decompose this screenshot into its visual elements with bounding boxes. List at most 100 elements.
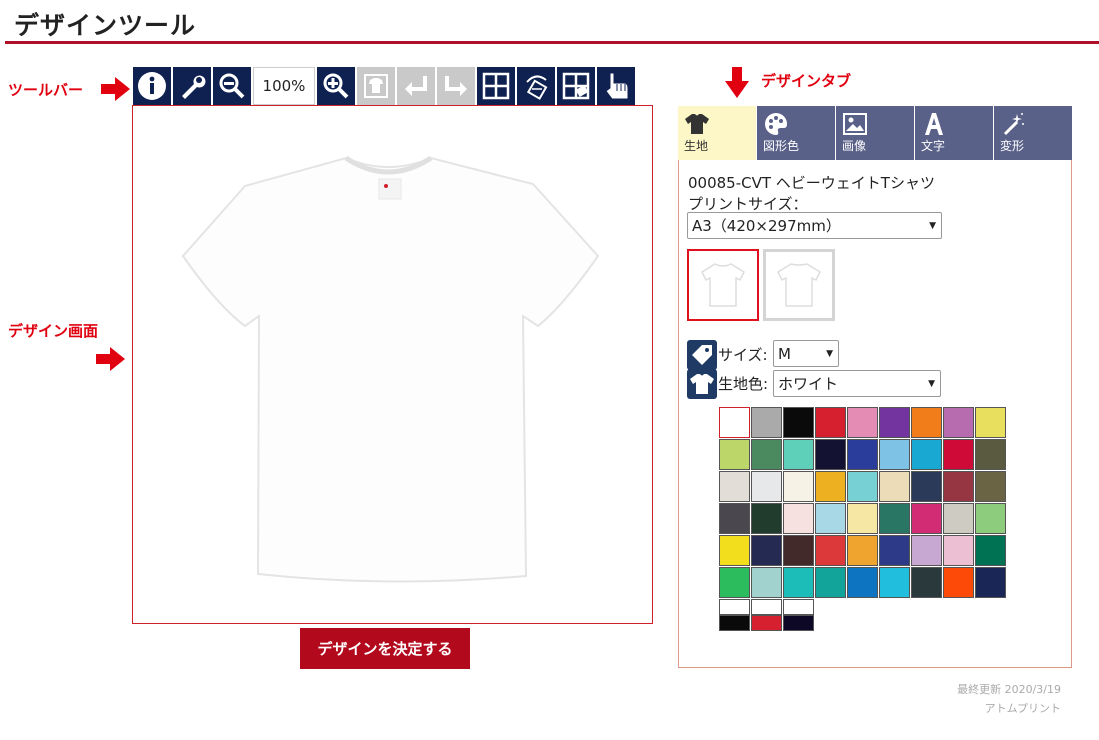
color-swatch[interactable] — [783, 599, 814, 615]
zoom-in-icon — [323, 73, 349, 99]
color-swatch[interactable] — [815, 567, 846, 598]
color-swatch[interactable] — [719, 503, 750, 534]
color-swatch[interactable] — [975, 503, 1006, 534]
color-swatch[interactable] — [975, 567, 1006, 598]
tshirt-view-icon — [364, 74, 388, 98]
product-name: 00085-CVT ヘビーウェイトTシャツ — [688, 174, 935, 192]
color-swatch[interactable] — [815, 407, 846, 438]
color-swatch[interactable] — [975, 471, 1006, 502]
color-swatch[interactable] — [783, 471, 814, 502]
color-swatch[interactable] — [719, 599, 750, 615]
color-swatch[interactable] — [815, 535, 846, 566]
print-size-select[interactable]: A3（420×297mm） ▼ — [687, 212, 942, 239]
color-swatch[interactable] — [719, 615, 750, 631]
title-divider — [5, 41, 1099, 44]
redo-button[interactable] — [437, 67, 475, 105]
tab-text[interactable]: 文字 — [915, 106, 993, 160]
color-swatch[interactable] — [847, 439, 878, 470]
color-swatch[interactable] — [783, 503, 814, 534]
color-swatch[interactable] — [879, 407, 910, 438]
color-swatch[interactable] — [911, 407, 942, 438]
color-swatch[interactable] — [879, 503, 910, 534]
settings-button[interactable] — [173, 67, 211, 105]
tshirt-view-button[interactable] — [357, 67, 395, 105]
info-button[interactable] — [133, 67, 171, 105]
rotate-button[interactable] — [517, 67, 555, 105]
back-view-thumbnail[interactable] — [763, 249, 835, 321]
color-swatch[interactable] — [751, 439, 782, 470]
tab-shape-color[interactable]: 図形色 — [757, 106, 835, 160]
color-swatch[interactable] — [719, 471, 750, 502]
palette-icon — [765, 113, 787, 135]
tab-label: 変形 — [1000, 139, 1025, 153]
color-swatch[interactable] — [911, 503, 942, 534]
fabric-color-select[interactable]: ホワイト ▼ — [773, 370, 941, 397]
grid-button[interactable] — [477, 67, 515, 105]
color-swatch[interactable] — [719, 567, 750, 598]
color-swatch[interactable] — [879, 535, 910, 566]
zoom-out-button[interactable] — [213, 67, 251, 105]
color-swatch[interactable] — [911, 439, 942, 470]
tab-transform[interactable]: 変形 — [994, 106, 1072, 160]
toolbar: 100% — [133, 67, 637, 105]
color-swatch[interactable] — [847, 503, 878, 534]
decide-design-button[interactable]: デザインを決定する — [300, 628, 470, 669]
color-swatch[interactable] — [783, 535, 814, 566]
undo-icon — [405, 76, 427, 96]
tab-fabric[interactable]: 生地 — [678, 106, 756, 160]
color-swatch[interactable] — [911, 471, 942, 502]
color-swatch[interactable] — [815, 503, 846, 534]
color-swatch[interactable] — [879, 567, 910, 598]
pointer-button[interactable] — [597, 67, 635, 105]
color-swatch[interactable] — [751, 471, 782, 502]
color-swatch[interactable] — [943, 535, 974, 566]
color-swatch[interactable] — [879, 439, 910, 470]
rotate-icon — [526, 75, 548, 100]
tab-label: 生地 — [684, 139, 709, 153]
color-swatch[interactable] — [719, 439, 750, 470]
color-swatch[interactable] — [943, 567, 974, 598]
size-select[interactable]: M ▼ — [773, 340, 839, 367]
design-canvas[interactable] — [132, 105, 653, 624]
color-swatch[interactable] — [751, 503, 782, 534]
color-swatch[interactable] — [975, 535, 1006, 566]
page-title: デザインツール — [14, 11, 197, 40]
color-swatch[interactable] — [815, 471, 846, 502]
color-swatch[interactable] — [719, 535, 750, 566]
undo-button[interactable] — [397, 67, 435, 105]
color-swatch[interactable] — [847, 407, 878, 438]
color-swatch[interactable] — [975, 439, 1006, 470]
color-swatch[interactable] — [751, 407, 782, 438]
color-swatch[interactable] — [879, 471, 910, 502]
color-swatch[interactable] — [911, 535, 942, 566]
color-swatch[interactable] — [783, 439, 814, 470]
color-swatch[interactable] — [751, 599, 782, 615]
color-swatch[interactable] — [815, 439, 846, 470]
color-swatch[interactable] — [751, 615, 782, 631]
color-swatch[interactable] — [975, 407, 1006, 438]
color-swatch[interactable] — [719, 407, 750, 438]
color-swatch[interactable] — [783, 567, 814, 598]
color-swatch[interactable] — [847, 535, 878, 566]
print-size-value: A3（420×297mm） — [692, 217, 841, 235]
color-swatch[interactable] — [751, 567, 782, 598]
zoom-in-button[interactable] — [317, 67, 355, 105]
color-swatch[interactable] — [943, 439, 974, 470]
color-swatch[interactable] — [943, 503, 974, 534]
tab-label: 文字 — [921, 139, 946, 153]
text-icon — [925, 113, 943, 135]
last-updated: 最終更新 2020/3/19 — [957, 683, 1061, 696]
color-swatch[interactable] — [751, 535, 782, 566]
color-swatch[interactable] — [783, 615, 814, 631]
front-view-thumbnail[interactable] — [687, 249, 759, 321]
color-swatch[interactable] — [847, 471, 878, 502]
grid-eraser-button[interactable] — [557, 67, 595, 105]
color-swatch[interactable] — [911, 567, 942, 598]
color-swatch[interactable] — [943, 471, 974, 502]
tab-image[interactable]: 画像 — [836, 106, 914, 160]
color-swatch[interactable] — [783, 407, 814, 438]
color-swatch[interactable] — [943, 407, 974, 438]
toolbar-callout-label: ツールバー — [8, 81, 84, 99]
color-swatch[interactable] — [847, 567, 878, 598]
design-tabs: 生地 図形色 画像 文字 変形 — [678, 106, 1072, 160]
